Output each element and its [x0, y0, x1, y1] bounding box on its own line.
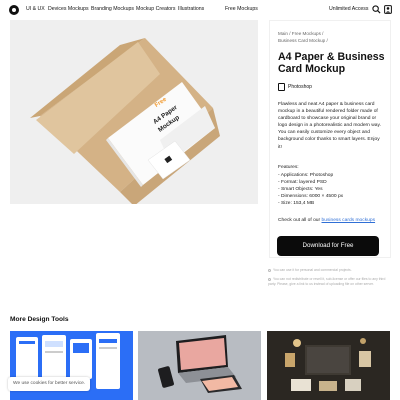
top-nav: UI & UX Devices Mockups Branding Mockups… — [0, 0, 400, 20]
product-info-panel: Main / Free Mockups / Business Card Mock… — [269, 20, 391, 258]
page-title: A4 Paper & Business Card Mockup — [278, 51, 385, 75]
logo-circle-icon[interactable] — [9, 5, 19, 15]
search-icon[interactable] — [372, 5, 381, 14]
feature-item: - Applications: Photoshop — [278, 173, 334, 178]
product-preview-image[interactable]: Free A4 Paper Mockup — [10, 20, 258, 204]
feature-item: - Size: 153,4 MB — [278, 201, 315, 206]
cookie-notice[interactable]: We use cookies for better service. — [8, 377, 90, 391]
feature-item: - Dimensions: 6000 × 4500 px — [278, 194, 344, 199]
breadcrumb-main[interactable]: Main / — [278, 31, 291, 36]
nav-link-branding-mockups[interactable]: Branding Mockups — [91, 6, 134, 13]
unlimited-access-link[interactable]: Unlimited Access — [329, 6, 369, 13]
application-label: Photoshop — [288, 84, 312, 90]
feature-item: - Format: layered PSD — [278, 180, 327, 185]
nav-link-illustrations[interactable]: Illustrations — [178, 6, 204, 13]
license-note-text: You can not redistribute or resell it, s… — [268, 277, 386, 286]
nav-link-free-mockups[interactable]: Free Mockups — [225, 6, 258, 13]
feature-item: - Smart Objects: Yes — [278, 187, 323, 192]
info-icon — [268, 268, 271, 272]
cookie-notice-text: We use cookies for better service. — [13, 381, 86, 386]
design-tool-card-branding[interactable] — [267, 331, 390, 400]
nav-link-ui-ux[interactable]: UI & UX — [26, 6, 45, 13]
breadcrumb: Main / Free Mockups / Business Card Mock… — [278, 30, 388, 44]
nav-link-devices-mockups[interactable]: Devices Mockups — [48, 6, 89, 13]
breadcrumb-business-card[interactable]: Business Card Mockup / — [278, 38, 328, 43]
checkout-text: Check out all of our — [278, 218, 321, 223]
more-design-tools-title: More Design Tools — [10, 316, 69, 323]
checkout-line: Check out all of our business cards mock… — [278, 217, 375, 224]
license-note-personal: You can use it for personal and commerci… — [268, 268, 386, 273]
info-icon — [268, 277, 271, 281]
download-button[interactable]: Download for Free — [277, 236, 379, 256]
nav-link-mockup-creators[interactable]: Mockup Creators — [136, 6, 176, 13]
photoshop-icon — [278, 83, 285, 91]
design-tool-card-devices[interactable] — [138, 331, 261, 400]
product-description: Flawless and neat A4 paper & business ca… — [278, 102, 381, 150]
user-icon[interactable] — [384, 5, 392, 14]
license-note-redistribute: You can not redistribute or resell it, s… — [268, 277, 386, 286]
license-note-text: You can use it for personal and commerci… — [273, 268, 352, 272]
breadcrumb-free-mockups[interactable]: Free Mockups / — [292, 31, 324, 36]
folder-mockup-illustration — [30, 38, 220, 204]
business-cards-mockups-link[interactable]: business cards mockups — [322, 218, 376, 223]
features-title: Features: — [278, 165, 299, 170]
